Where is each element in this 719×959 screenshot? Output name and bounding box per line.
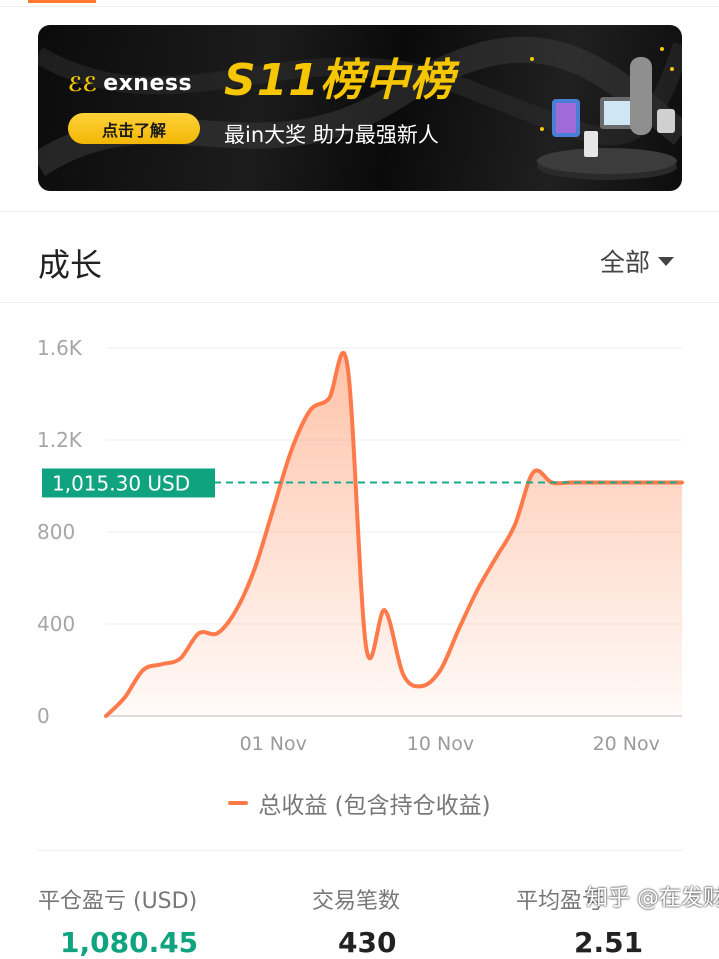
chart-legend[interactable]: 总收益 (包含持仓收益) [0, 786, 719, 820]
legend-swatch [228, 801, 248, 805]
y-tick-label: 0 [37, 704, 50, 728]
y-tick-label: 400 [37, 612, 75, 636]
banner-headline: S11榜中榜 [224, 59, 455, 103]
exness-brand: ℰℰ exness [68, 71, 192, 96]
exness-logo-icon: ℰℰ [68, 72, 97, 96]
y-tick-label: 1.2K [37, 428, 83, 452]
y-axis: 0 400 800 1.2K 1.6K [37, 336, 83, 728]
stat-value-trade-count: 430 [338, 926, 396, 959]
banner-subline: 最in大奖 助力最强新人 [224, 119, 439, 149]
stat-label-closed-pnl: 平仓盈亏 (USD) [38, 883, 197, 915]
brand-name: exness [103, 71, 192, 96]
prize-products-icon [512, 39, 682, 184]
stat-label-trade-count: 交易笔数 [312, 883, 400, 915]
x-tick-label: 01 Nov [240, 733, 307, 755]
caret-down-icon [658, 257, 674, 266]
zhihu-watermark: 知乎 @在发财 [586, 880, 719, 912]
learn-more-button[interactable]: 点击了解 [68, 113, 200, 144]
legend-label: 总收益 (包含持仓收益) [258, 786, 490, 820]
growth-chart: 0 400 800 1.2K 1.6K 01 Nov 10 Nov 20 Nov 1,015… [0, 330, 719, 770]
y-tick-label: 800 [37, 520, 75, 544]
top-tab-bar [0, 0, 719, 7]
promo-banner[interactable]: ℰℰ exness 点击了解 S11榜中榜 最in大奖 助力最强新人 [38, 25, 682, 191]
period-filter-dropdown[interactable]: 全部 [600, 243, 674, 279]
series-area [106, 353, 682, 716]
x-tick-label: 20 Nov [593, 733, 660, 755]
reference-label: 1,015.30 USD [52, 471, 190, 495]
stats-divider [38, 850, 682, 851]
x-tick-label: 10 Nov [407, 733, 474, 755]
stat-value-closed-pnl: 1,080.45 [60, 926, 198, 959]
x-axis: 01 Nov 10 Nov 20 Nov [240, 733, 660, 755]
section-divider [0, 302, 719, 303]
stat-value-avg-pnl: 2.51 [574, 926, 643, 959]
section-title: 成长 [38, 240, 102, 286]
active-tab-indicator [28, 0, 96, 3]
filter-label: 全部 [600, 243, 650, 279]
section-divider [0, 211, 719, 212]
y-tick-label: 1.6K [37, 336, 83, 360]
